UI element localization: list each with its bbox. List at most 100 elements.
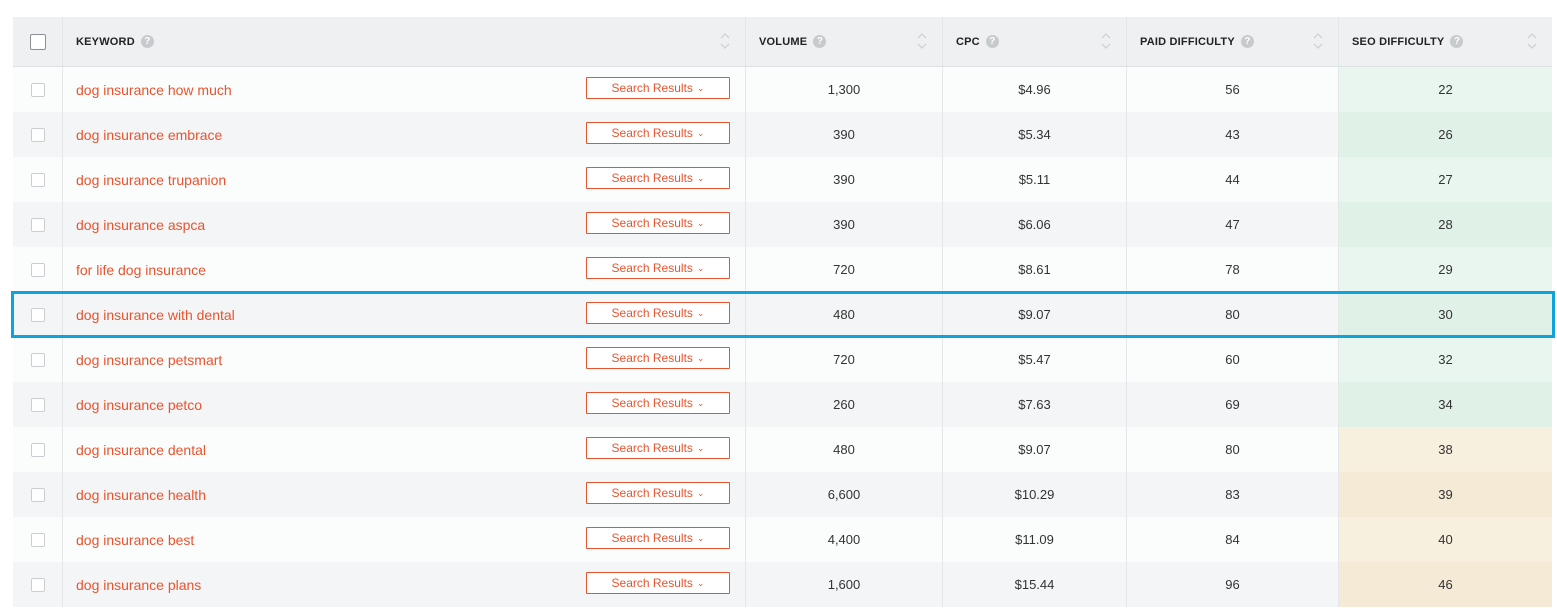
keyword-link[interactable]: dog insurance health: [76, 487, 206, 503]
row-checkbox[interactable]: [30, 127, 45, 142]
keyword-link[interactable]: dog insurance embrace: [76, 127, 222, 143]
keyword-link[interactable]: dog insurance trupanion: [76, 172, 226, 188]
table-row: for life dog insurance Search Results ⌄ 7…: [13, 247, 1552, 292]
row-checkbox-cell: [13, 67, 63, 112]
header-paid-difficulty[interactable]: PAID DIFFICULTY ?: [1127, 17, 1339, 66]
paid-difficulty-cell: 96: [1127, 562, 1339, 607]
row-checkbox-cell: [13, 517, 63, 562]
seo-difficulty-cell: 40: [1339, 517, 1552, 562]
row-checkbox[interactable]: [30, 262, 45, 277]
row-checkbox[interactable]: [30, 577, 45, 592]
row-checkbox[interactable]: [30, 397, 45, 412]
seo-difficulty-value: 28: [1438, 217, 1453, 232]
paid-difficulty-cell: 80: [1127, 292, 1339, 337]
sort-icon[interactable]: [1100, 29, 1112, 53]
search-results-button[interactable]: Search Results ⌄: [586, 437, 730, 459]
row-checkbox[interactable]: [30, 532, 45, 547]
paid-difficulty-cell: 80: [1127, 427, 1339, 472]
seo-difficulty-cell: 38: [1339, 427, 1552, 472]
search-results-button[interactable]: Search Results ⌄: [586, 212, 730, 234]
paid-difficulty-cell: 56: [1127, 67, 1339, 112]
row-checkbox[interactable]: [30, 217, 45, 232]
volume-value: 1,300: [827, 82, 861, 97]
help-icon[interactable]: ?: [140, 35, 154, 48]
volume-value: 480: [833, 307, 855, 322]
help-icon[interactable]: ?: [985, 35, 999, 48]
cpc-cell: $7.63: [943, 382, 1127, 427]
keyword-link[interactable]: for life dog insurance: [76, 262, 206, 278]
paid-difficulty-value: 96: [1225, 577, 1240, 592]
paid-difficulty-cell: 78: [1127, 247, 1339, 292]
cpc-cell: $9.07: [943, 427, 1127, 472]
keyword-link[interactable]: dog insurance best: [76, 532, 194, 548]
header-volume[interactable]: VOLUME ?: [746, 17, 943, 66]
row-checkbox[interactable]: [30, 487, 45, 502]
paid-difficulty-cell: 47: [1127, 202, 1339, 247]
paid-difficulty-value: 44: [1225, 172, 1240, 187]
row-checkbox[interactable]: [30, 82, 45, 97]
sort-icon[interactable]: [1312, 29, 1324, 53]
seo-difficulty-value: 22: [1438, 82, 1453, 97]
select-all-checkbox[interactable]: [29, 33, 46, 50]
header-seo-difficulty[interactable]: SEO DIFFICULTY ?: [1339, 17, 1552, 66]
volume-value: 6,600: [827, 487, 861, 502]
search-results-button[interactable]: Search Results ⌄: [586, 482, 730, 504]
keyword-link[interactable]: dog insurance petsmart: [76, 352, 222, 368]
chevron-down-icon: ⌄: [696, 82, 705, 93]
volume-cell: 390: [746, 157, 943, 202]
row-checkbox[interactable]: [30, 172, 45, 187]
cpc-value: $11.09: [1015, 532, 1054, 547]
search-results-button[interactable]: Search Results ⌄: [586, 347, 730, 369]
row-checkbox-cell: [13, 292, 63, 337]
chevron-down-icon: ⌄: [696, 352, 705, 363]
search-results-button[interactable]: Search Results ⌄: [586, 572, 730, 594]
search-results-button[interactable]: Search Results ⌄: [586, 257, 730, 279]
search-results-button[interactable]: Search Results ⌄: [586, 167, 730, 189]
sort-icon[interactable]: [719, 29, 731, 53]
keyword-link[interactable]: dog insurance how much: [76, 82, 232, 98]
sort-icon[interactable]: [916, 29, 928, 53]
keyword-link[interactable]: dog insurance petco: [76, 397, 202, 413]
keyword-cell: dog insurance health Search Results ⌄: [63, 472, 746, 517]
chevron-down-icon: ⌄: [696, 577, 705, 588]
search-results-button[interactable]: Search Results ⌄: [586, 77, 730, 99]
paid-difficulty-value: 56: [1225, 82, 1240, 97]
keyword-link[interactable]: dog insurance dental: [76, 442, 206, 458]
paid-difficulty-cell: 83: [1127, 472, 1339, 517]
header-keyword[interactable]: KEYWORD ?: [63, 17, 746, 66]
search-results-button[interactable]: Search Results ⌄: [586, 392, 730, 414]
paid-difficulty-cell: 69: [1127, 382, 1339, 427]
volume-cell: 720: [746, 337, 943, 382]
keyword-link[interactable]: dog insurance plans: [76, 577, 201, 593]
search-results-button[interactable]: Search Results ⌄: [586, 302, 730, 324]
cpc-cell: $15.44: [943, 562, 1127, 607]
help-icon[interactable]: ?: [813, 35, 827, 48]
volume-value: 390: [833, 172, 855, 187]
row-checkbox[interactable]: [30, 442, 45, 457]
help-icon[interactable]: ?: [1240, 35, 1254, 48]
search-results-button[interactable]: Search Results ⌄: [586, 527, 730, 549]
sort-icon[interactable]: [1526, 29, 1538, 53]
help-icon[interactable]: ?: [1450, 35, 1464, 48]
cpc-value: $15.44: [1014, 577, 1055, 592]
volume-value: 390: [833, 217, 855, 232]
cpc-cell: $10.29: [943, 472, 1127, 517]
header-cpc[interactable]: CPC ?: [943, 17, 1127, 66]
table-row-highlighted: dog insurance with dental Search Results…: [13, 292, 1552, 337]
seo-difficulty-cell: 26: [1339, 112, 1552, 157]
row-checkbox[interactable]: [30, 352, 45, 367]
paid-difficulty-value: 47: [1225, 217, 1240, 232]
search-results-label: Search Results: [611, 576, 693, 590]
search-results-button[interactable]: Search Results ⌄: [586, 122, 730, 144]
paid-difficulty-value: 78: [1225, 262, 1240, 277]
volume-value: 720: [833, 352, 855, 367]
keyword-cell: dog insurance dental Search Results ⌄: [63, 427, 746, 472]
chevron-down-icon: ⌄: [696, 307, 705, 318]
search-results-label: Search Results: [611, 531, 693, 545]
keyword-link[interactable]: dog insurance with dental: [76, 307, 235, 323]
row-checkbox[interactable]: [30, 307, 45, 322]
row-checkbox-cell: [13, 202, 63, 247]
keyword-link[interactable]: dog insurance aspca: [76, 217, 205, 233]
cpc-value: $10.29: [1014, 487, 1055, 502]
header-paid-label: PAID DIFFICULTY: [1140, 35, 1235, 48]
